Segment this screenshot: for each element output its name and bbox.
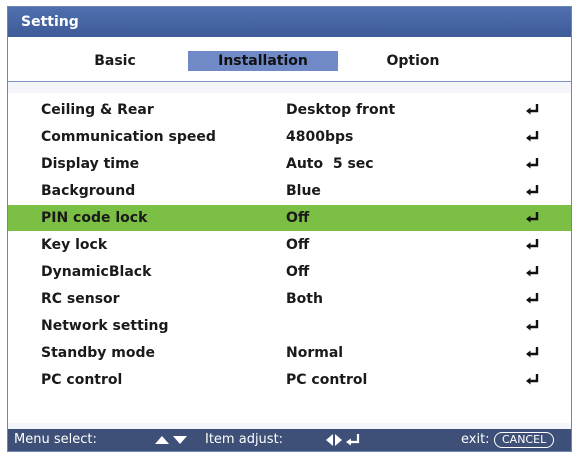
setting-label: Key lock [41,237,108,253]
setting-value: 4800bps [286,129,354,145]
setting-row-background[interactable]: Background Blue [8,178,571,204]
setting-label: PIN code lock [41,210,148,226]
setting-label: RC sensor [41,291,120,307]
setting-value: Desktop front [286,102,396,118]
up-down-arrows-icon [153,429,193,459]
setting-row-display-time[interactable]: Display time Auto 5 sec [8,151,571,177]
setting-label: Ceiling & Rear [41,102,154,118]
enter-icon [526,131,539,142]
setting-row-standby-mode[interactable]: Standby mode Normal [8,340,571,366]
left-right-enter-icon [324,429,366,459]
enter-icon [526,104,539,115]
setting-label: Network setting [41,318,169,334]
setting-value: Off [286,237,310,253]
setting-row-pin-code-lock[interactable]: PIN code lock Off [8,205,571,231]
tab-installation[interactable]: Installation [188,51,338,71]
enter-icon [526,374,539,385]
setting-value: PC control [286,372,368,388]
setting-row-communication-speed[interactable]: Communication speed 4800bps [8,124,571,150]
setting-row-dynamicblack[interactable]: DynamicBlack Off [8,259,571,285]
setting-value: Normal [286,345,344,361]
enter-icon [526,158,539,169]
setting-value: Blue [286,183,321,199]
exit-label: exit: [461,432,490,447]
window-title: Setting [8,7,571,37]
setting-value: Both [286,291,323,307]
tab-bar: Basic Installation Option [8,37,571,82]
cancel-key-badge: CANCEL [494,432,555,448]
setting-row-ceiling-rear[interactable]: Ceiling & Rear Desktop front [8,97,571,123]
enter-icon [526,212,539,223]
setting-label: Background [41,183,136,199]
setting-label: PC control [41,372,123,388]
setting-label: Standby mode [41,345,155,361]
setting-row-pc-control[interactable]: PC control PC control [8,367,571,393]
enter-icon [526,239,539,250]
setting-value: Off [286,210,310,226]
settings-list: Ceiling & Rear Desktop front Communicati… [8,93,571,423]
setting-label: DynamicBlack [41,264,152,280]
setting-row-rc-sensor[interactable]: RC sensor Both [8,286,571,312]
setting-row-network-setting[interactable]: Network setting [8,313,571,339]
setting-label: Display time [41,156,140,172]
enter-icon [526,185,539,196]
enter-icon [526,320,539,331]
tab-basic[interactable]: Basic [70,51,160,71]
setting-label: Communication speed [41,129,216,145]
item-adjust-label: Item adjust: [205,432,284,447]
enter-icon [526,347,539,358]
setting-value: Auto 5 sec [286,156,374,172]
setting-value: Off [286,264,310,280]
enter-icon [526,266,539,277]
enter-icon [526,293,539,304]
settings-window: Setting Basic Installation Option Ceilin… [7,6,572,452]
menu-select-label: Menu select: [14,432,97,447]
tab-option[interactable]: Option [368,51,458,71]
status-bar: Menu select: Item adjust: exit: CANCEL [8,429,571,451]
setting-row-key-lock[interactable]: Key lock Off [8,232,571,258]
